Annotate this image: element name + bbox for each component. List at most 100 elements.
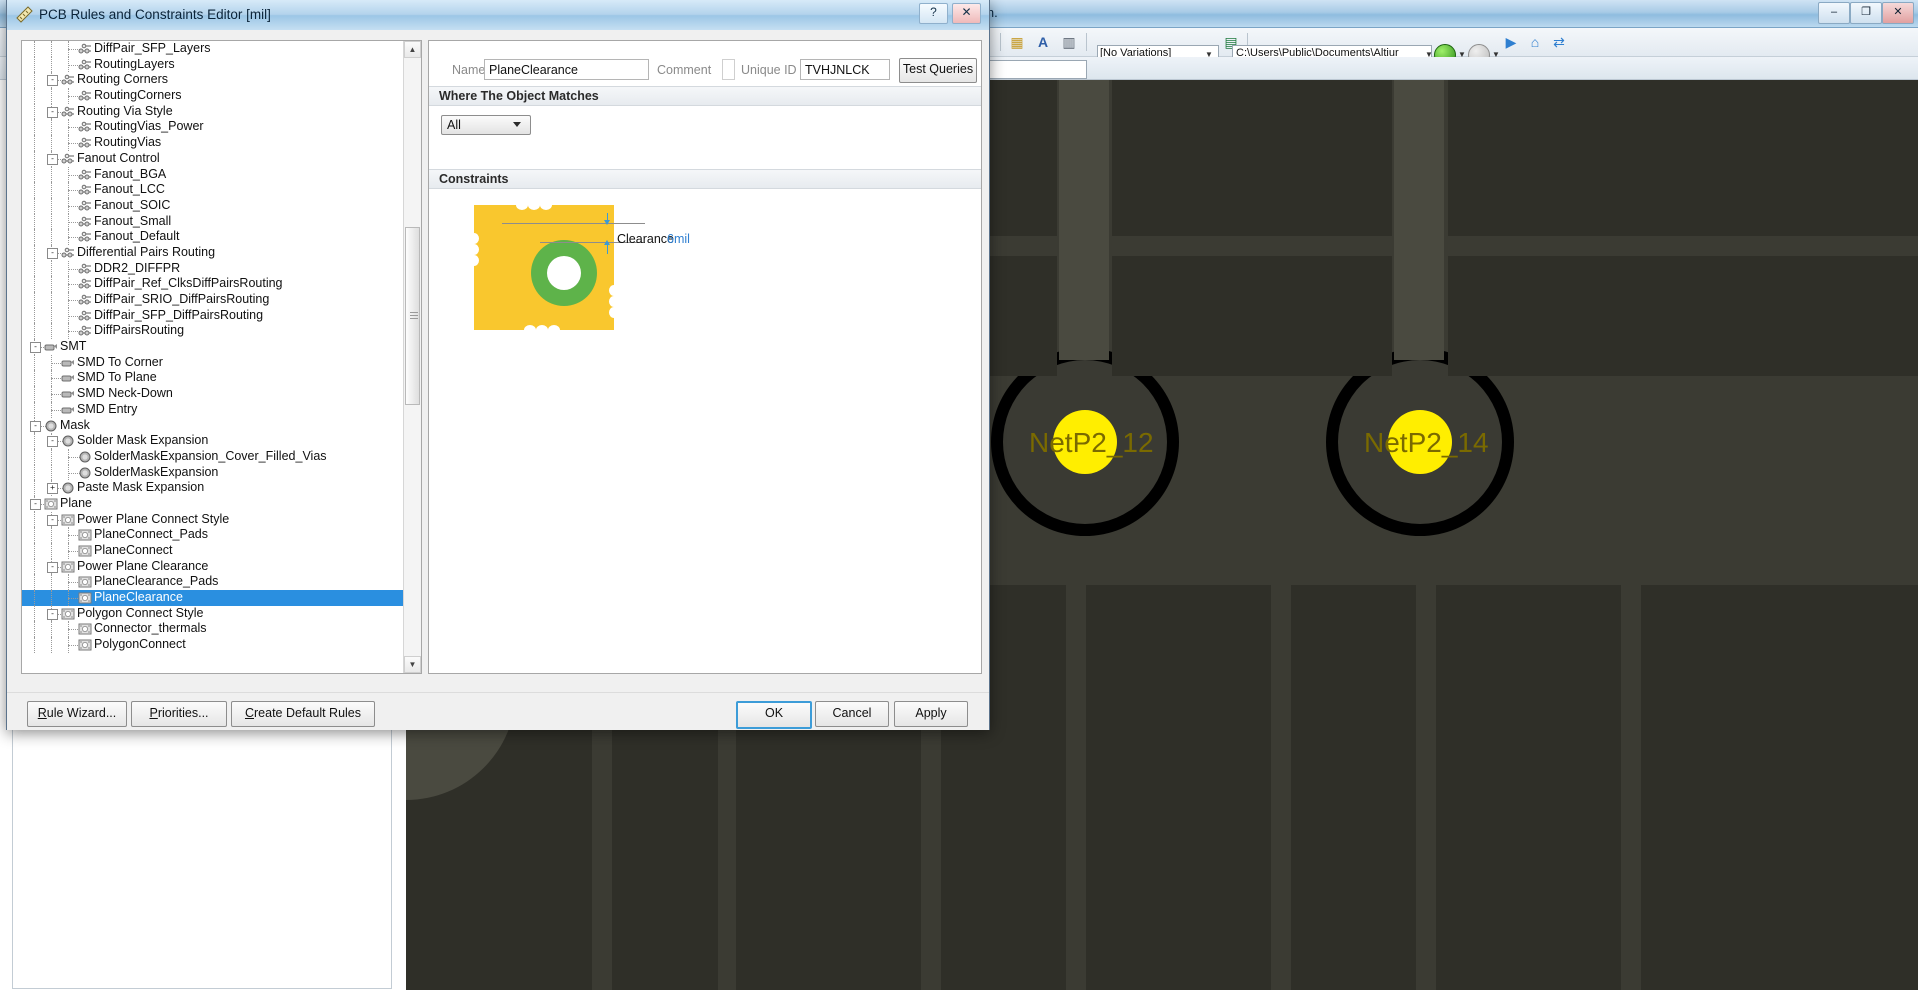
scroll-up-icon[interactable]: ▲ bbox=[404, 41, 421, 58]
tree-item-polygonconnect[interactable]: PolygonConnect bbox=[22, 637, 404, 653]
tree-item-label: RoutingVias bbox=[94, 135, 162, 150]
tree-item-routingvias-power[interactable]: RoutingVias_Power bbox=[22, 119, 404, 136]
collapse-icon[interactable]: - bbox=[47, 106, 58, 118]
tree-item-planeconnect[interactable]: PlaneConnect bbox=[22, 543, 404, 559]
collapse-icon[interactable]: - bbox=[47, 561, 58, 573]
scroll-down-icon[interactable]: ▼ bbox=[404, 656, 421, 673]
create-default-rules-button[interactable]: Create Default Rules bbox=[231, 701, 375, 727]
priorities-button[interactable]: Priorities... bbox=[131, 701, 227, 727]
tree-item-smd-entry[interactable]: SMD Entry bbox=[22, 401, 404, 418]
tree-item-label: Fanout_SOIC bbox=[94, 197, 171, 212]
collapse-icon[interactable]: - bbox=[47, 153, 58, 165]
filter-combo[interactable] bbox=[980, 60, 1087, 79]
dialog-close-button[interactable]: ✕ bbox=[952, 3, 981, 24]
notch bbox=[469, 255, 479, 266]
tree-item-label: DiffPair_Ref_ClksDiffPairsRouting bbox=[94, 276, 283, 291]
ok-button[interactable]: OK bbox=[736, 701, 812, 729]
tree-guide-line bbox=[51, 307, 53, 324]
tree-item-fanout-small[interactable]: Fanout_Small bbox=[22, 213, 404, 230]
tree-item-connector-thermals[interactable]: Connector_thermals bbox=[22, 621, 404, 638]
window-close-button[interactable]: ✕ bbox=[1882, 2, 1914, 24]
tree-item-fanout-bga[interactable]: Fanout_BGA bbox=[22, 166, 404, 183]
collapse-icon[interactable]: - bbox=[47, 436, 58, 448]
tree-item-smd-neck-down[interactable]: SMD Neck-Down bbox=[22, 386, 404, 402]
window-maximize-button[interactable]: ❐ bbox=[1850, 2, 1882, 24]
tree-item-planeclearance[interactable]: PlaneClearance bbox=[22, 590, 404, 606]
smt-icon bbox=[61, 404, 75, 416]
collapse-icon[interactable]: - bbox=[47, 75, 58, 87]
refresh-icon[interactable]: ⇄ bbox=[1550, 33, 1568, 51]
mask-icon bbox=[61, 435, 75, 447]
tree-item-differential-pairs-routing[interactable]: - Differential Pairs Routing bbox=[22, 244, 404, 261]
tree-item-smt[interactable]: - SMT bbox=[22, 339, 404, 355]
tree-item-diffpair-srio-diffpairsrouting[interactable]: DiffPair_SRIO_DiffPairsRouting bbox=[22, 292, 404, 308]
apply-button[interactable]: Apply bbox=[894, 701, 968, 727]
tree-item-routing-corners[interactable]: - Routing Corners bbox=[22, 72, 404, 89]
tree-item-label: Fanout_Default bbox=[94, 229, 180, 244]
cancel-button[interactable]: Cancel bbox=[815, 701, 889, 727]
component-icon[interactable]: ▥ bbox=[1060, 33, 1078, 51]
tree-item-planeclearance-pads[interactable]: PlaneClearance_Pads bbox=[22, 574, 404, 591]
tree-item-routing-via-style[interactable]: - Routing Via Style bbox=[22, 103, 404, 120]
tree-item-routingvias[interactable]: RoutingVias bbox=[22, 135, 404, 151]
tree-item-label: Fanout Control bbox=[77, 150, 160, 165]
tree-item-label: Polygon Connect Style bbox=[77, 605, 204, 620]
dialog-help-button[interactable]: ? bbox=[919, 3, 948, 24]
collapse-icon[interactable]: - bbox=[47, 608, 58, 620]
tree-item-diffpair-sfp-layers[interactable]: DiffPair_SFP_Layers bbox=[22, 41, 404, 57]
grid-icon[interactable]: ▦ bbox=[1008, 33, 1026, 51]
tree-item-polygon-connect-style[interactable]: - Polygon Connect Style bbox=[22, 605, 404, 622]
tree-item-mask[interactable]: - Mask bbox=[22, 417, 404, 434]
test-queries-button[interactable]: Test Queries bbox=[899, 58, 977, 83]
tree-item-label: PolygonConnect bbox=[94, 637, 186, 652]
collapse-icon[interactable]: - bbox=[30, 342, 41, 354]
collapse-icon[interactable]: - bbox=[47, 247, 58, 259]
tree-item-smd-to-plane[interactable]: SMD To Plane bbox=[22, 370, 404, 387]
tree-item-routinglayers[interactable]: RoutingLayers bbox=[22, 56, 404, 73]
tree-item-power-plane-connect-style[interactable]: - Power Plane Connect Style bbox=[22, 511, 404, 528]
collapse-icon[interactable]: - bbox=[47, 514, 58, 526]
tree-item-ddr2-diffpr[interactable]: DDR2_DIFFPR bbox=[22, 260, 404, 277]
clearance-value[interactable]: 6mil bbox=[667, 232, 690, 246]
home-icon[interactable]: ⌂ bbox=[1526, 33, 1544, 51]
tree-item-plane[interactable]: - Plane bbox=[22, 495, 404, 512]
tree-item-fanout-default[interactable]: Fanout_Default bbox=[22, 229, 404, 245]
tree-item-paste-mask-expansion[interactable]: + Paste Mask Expansion bbox=[22, 480, 404, 496]
dialog-body: DiffPair_SFP_Layers RoutingLayers - Routing… bbox=[7, 30, 989, 692]
comment-input[interactable] bbox=[722, 59, 735, 80]
tree-item-smd-to-corner[interactable]: SMD To Corner bbox=[22, 354, 404, 371]
tree-item-soldermaskexpansion-cover-filled-vias[interactable]: SolderMaskExpansion_Cover_Filled_Vias bbox=[22, 448, 404, 465]
expand-icon[interactable]: + bbox=[47, 483, 58, 495]
tree-item-fanout-soic[interactable]: Fanout_SOIC bbox=[22, 197, 404, 214]
chevron-down-icon[interactable] bbox=[513, 122, 521, 127]
panel-icon[interactable]: ▶ bbox=[1502, 33, 1520, 51]
tree-item-label: Fanout_Small bbox=[94, 213, 172, 228]
tree-item-fanout-control[interactable]: - Fanout Control bbox=[22, 150, 404, 167]
scrollbar-thumb[interactable] bbox=[405, 227, 420, 405]
tree-item-planeconnect-pads[interactable]: PlaneConnect_Pads bbox=[22, 527, 404, 543]
tree-item-diffpair-sfp-diffpairsrouting[interactable]: DiffPair_SFP_DiffPairsRouting bbox=[22, 307, 404, 324]
rules-tree[interactable]: DiffPair_SFP_Layers RoutingLayers - Routing… bbox=[22, 41, 404, 673]
tree-item-power-plane-clearance[interactable]: - Power Plane Clearance bbox=[22, 558, 404, 575]
rule-wizard-button[interactable]: Rule Wizard... bbox=[27, 701, 127, 727]
unique-id-input[interactable] bbox=[800, 59, 890, 80]
collapse-icon[interactable]: - bbox=[30, 420, 41, 432]
tree-item-fanout-lcc[interactable]: Fanout_LCC bbox=[22, 182, 404, 198]
tree-item-solder-mask-expansion[interactable]: - Solder Mask Expansion bbox=[22, 433, 404, 449]
tree-item-soldermaskexpansion[interactable]: SolderMaskExpansion bbox=[22, 464, 404, 481]
tree-guide-line bbox=[34, 307, 36, 324]
smt-icon bbox=[61, 372, 75, 384]
rule-name-input[interactable] bbox=[484, 59, 649, 80]
tree-item-diffpairsrouting[interactable]: DiffPairsRouting bbox=[22, 323, 404, 340]
tree-scrollbar[interactable]: ▲ ▼ bbox=[403, 41, 421, 673]
ruler-icon bbox=[16, 6, 33, 23]
tree-guide-line bbox=[34, 574, 36, 591]
text-icon[interactable]: A bbox=[1034, 33, 1052, 51]
window-minimize-button[interactable]: – bbox=[1818, 2, 1850, 24]
routing-icon bbox=[78, 216, 92, 228]
tree-item-label: Fanout_BGA bbox=[94, 166, 167, 181]
tree-item-routingcorners[interactable]: RoutingCorners bbox=[22, 88, 404, 104]
tree-guide-line bbox=[34, 244, 36, 261]
collapse-icon[interactable]: - bbox=[30, 498, 41, 510]
tree-item-diffpair-ref-clksdiffpairsrouting[interactable]: DiffPair_Ref_ClksDiffPairsRouting bbox=[22, 276, 404, 292]
